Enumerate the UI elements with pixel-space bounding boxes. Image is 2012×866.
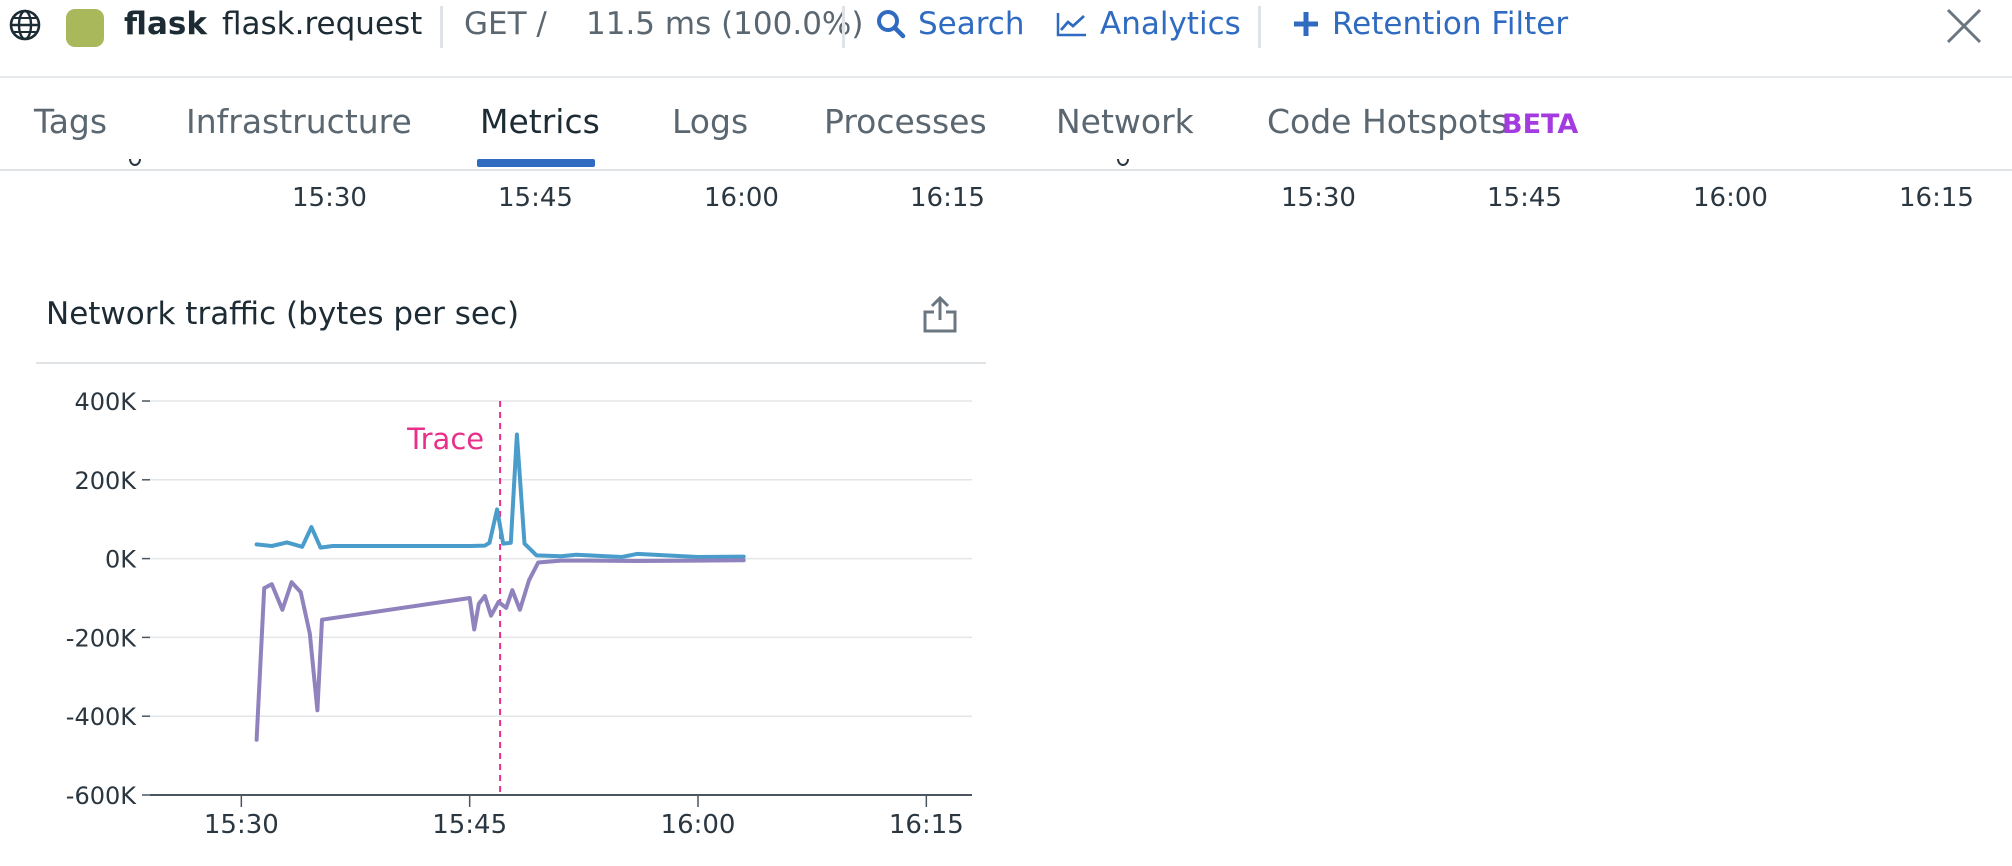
y-tick-label: 400K bbox=[74, 388, 137, 416]
trace-marker-label: Trace bbox=[406, 422, 484, 456]
y-tick-label: -600K bbox=[66, 782, 137, 810]
y-tick-label: -200K bbox=[66, 624, 137, 652]
x-tick-label: 16:15 bbox=[889, 810, 964, 840]
x-tick-label: 16:00 bbox=[661, 810, 736, 840]
x-tick-label: 15:45 bbox=[432, 810, 507, 840]
network-traffic-chart[interactable]: 400K 200K 0K -200K -400K -600K 15:30 15:45 16:00… bbox=[0, 0, 2012, 866]
y-tick-label: 200K bbox=[74, 467, 137, 495]
y-tick-label: -400K bbox=[66, 703, 137, 731]
y-tick-label: 0K bbox=[105, 546, 137, 574]
x-tick-label: 15:30 bbox=[204, 810, 279, 840]
